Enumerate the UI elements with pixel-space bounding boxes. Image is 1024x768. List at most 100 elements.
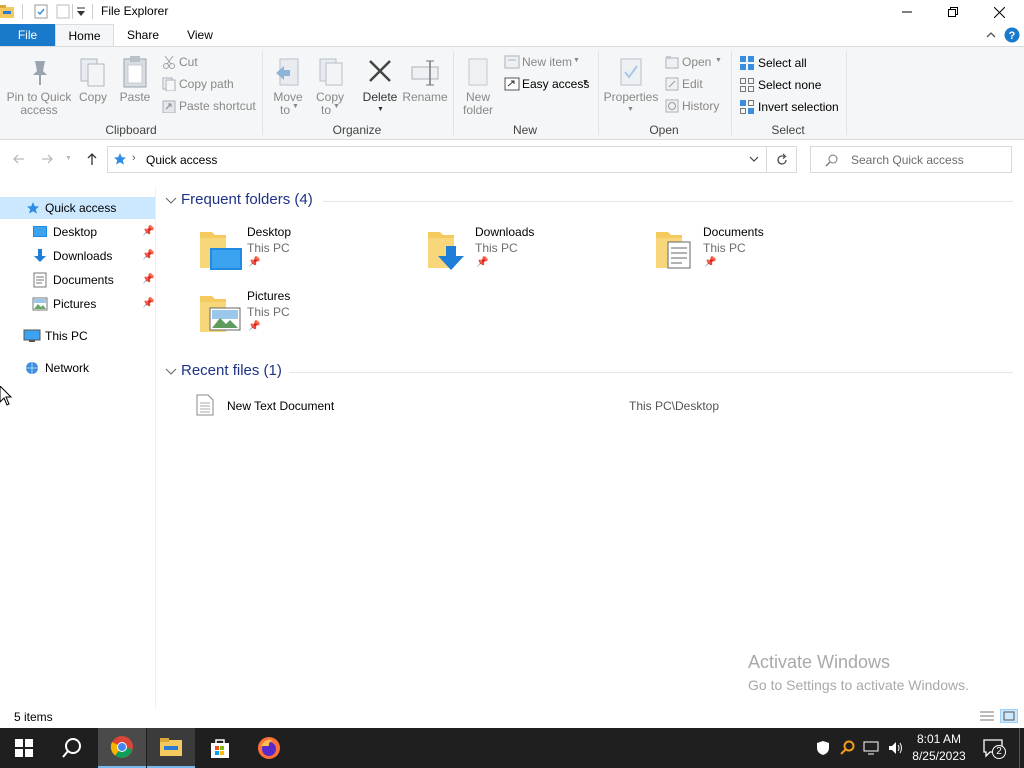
ribbon-tabs: File Home Share View ? (0, 24, 1024, 46)
forward-button[interactable] (38, 150, 56, 168)
search-tray-icon[interactable] (839, 740, 855, 756)
nav-item-label: Desktop (53, 225, 98, 239)
frequent-folders-header[interactable]: Frequent folders (4) (163, 191, 1013, 211)
easy-access-button[interactable]: Easy access ▼ (502, 76, 594, 94)
move-to-chevron-icon: ▼ (292, 103, 299, 110)
nav-network[interactable]: Network (0, 357, 155, 379)
clock-date[interactable]: 8/25/2023 (911, 749, 967, 763)
this-pc-icon (23, 329, 41, 342)
back-button[interactable] (10, 150, 28, 168)
easy-access-label: Easy access (522, 77, 590, 91)
frequent-folders-title: Frequent folders (4) (181, 191, 313, 208)
copy-to-button[interactable]: Copy to ▼ (311, 53, 349, 119)
pin-icon[interactable]: 📌 (142, 245, 154, 267)
search-box[interactable]: Search Quick access (810, 146, 1012, 173)
nav-this-pc-label: This PC (45, 329, 88, 343)
properties-qat-icon[interactable] (34, 4, 48, 19)
recent-locations-chevron-icon[interactable]: ▼ (65, 155, 72, 162)
pin-icon[interactable]: 📌 (142, 293, 154, 315)
list-item[interactable]: New Text Document This PC\Desktop (190, 392, 950, 418)
folder-tile-pictures[interactable]: Pictures This PC 📌 (196, 286, 416, 338)
invert-selection-button[interactable]: Invert selection (737, 98, 841, 116)
store-taskbar-button[interactable] (196, 728, 244, 768)
close-button[interactable] (976, 0, 1022, 24)
start-button[interactable] (0, 728, 48, 768)
move-to-button[interactable]: Move to ▼ (268, 53, 308, 119)
recent-files-header[interactable]: Recent files (1) (163, 362, 1013, 382)
folder-icon (160, 738, 182, 756)
volume-tray-icon[interactable] (887, 740, 905, 756)
cut-button[interactable]: Cut (160, 54, 250, 72)
refresh-button[interactable] (767, 146, 797, 173)
pin-icon: 📌 (704, 257, 717, 268)
select-group-label: Select (771, 123, 805, 137)
new-folder-button[interactable]: New folder (458, 53, 498, 119)
folder-tile-downloads[interactable]: Downloads This PC 📌 (424, 222, 644, 274)
copy-path-button[interactable]: Copy path (160, 76, 256, 94)
tab-view[interactable]: View (172, 24, 228, 46)
copy-path-label: Copy path (179, 77, 234, 91)
show-desktop-button[interactable] (1019, 728, 1024, 768)
minimize-button[interactable] (884, 0, 930, 24)
file-explorer-taskbar-button[interactable] (147, 728, 195, 768)
address-history-chevron-icon[interactable] (748, 153, 760, 165)
customize-qat-icon[interactable] (76, 6, 86, 18)
address-bar[interactable]: › Quick access (107, 146, 767, 173)
network-tray-icon[interactable] (863, 740, 881, 756)
paste-shortcut-label: Paste shortcut (179, 99, 256, 113)
activate-windows-subtitle: Go to Settings to activate Windows. (748, 677, 969, 693)
restore-button[interactable] (930, 0, 976, 24)
clock-time[interactable]: 8:01 AM (913, 732, 965, 746)
folder-tile-documents[interactable]: Documents This PC 📌 (652, 222, 872, 274)
nav-item-desktop[interactable]: Desktop 📌 (0, 221, 155, 243)
search-taskbar-button[interactable] (48, 728, 96, 768)
refresh-icon (777, 153, 787, 165)
chrome-taskbar-button[interactable] (98, 728, 146, 768)
new-item-chevron-icon: ▼ (573, 57, 580, 64)
pin-icon[interactable]: 📌 (142, 269, 154, 291)
recent-file-path: This PC\Desktop (629, 399, 720, 413)
select-all-button[interactable]: Select all (737, 54, 837, 72)
tab-home[interactable]: Home (55, 24, 114, 46)
paste-label: Paste (119, 90, 151, 104)
security-tray-icon[interactable] (815, 740, 831, 756)
nav-item-pictures[interactable]: Pictures 📌 (0, 293, 155, 315)
select-none-button[interactable]: Select none (737, 76, 837, 94)
help-icon[interactable]: ? (1004, 27, 1020, 43)
nav-item-downloads[interactable]: Downloads 📌 (0, 245, 155, 267)
folder-location: This PC (703, 241, 746, 255)
tab-file[interactable]: File (0, 24, 55, 46)
history-button[interactable]: History (663, 98, 729, 116)
minimize-ribbon-icon[interactable] (985, 29, 997, 41)
ribbon: Pin to Quick access Copy Paste Cut Copy … (0, 46, 1024, 140)
pin-icon[interactable]: 📌 (142, 221, 154, 243)
network-icon (26, 362, 38, 374)
nav-quick-access[interactable]: Quick access (0, 197, 155, 219)
up-button[interactable] (83, 150, 101, 168)
copy-button[interactable]: Copy (76, 53, 110, 119)
nav-this-pc[interactable]: This PC (0, 325, 155, 347)
large-icons-view-icon[interactable] (1000, 709, 1018, 723)
action-center-button[interactable]: 2 (982, 738, 1008, 760)
open-chevron-icon: ▼ (715, 57, 722, 64)
pin-to-quick-access-button[interactable]: Pin to Quick access (4, 53, 74, 119)
new-folder-qat-icon[interactable] (56, 4, 70, 19)
folder-name: Pictures (247, 289, 291, 303)
search-icon (825, 154, 838, 167)
properties-button[interactable]: Properties ▼ (603, 53, 659, 119)
tab-share[interactable]: Share (114, 24, 172, 46)
paste-shortcut-button[interactable]: Paste shortcut (160, 98, 260, 116)
firefox-taskbar-button[interactable] (245, 728, 293, 768)
paste-button[interactable]: Paste (116, 53, 154, 119)
new-item-button[interactable]: New item ▼ (502, 54, 592, 72)
folder-tile-desktop[interactable]: Desktop This PC 📌 (196, 222, 416, 274)
nav-item-documents[interactable]: Documents 📌 (0, 269, 155, 291)
open-button[interactable]: Open ▼ (663, 54, 729, 72)
history-label: History (682, 99, 720, 113)
rename-button[interactable]: Rename (402, 53, 448, 119)
desktop-folder-icon (200, 232, 242, 270)
search-placeholder: Search Quick access (851, 153, 964, 167)
edit-button[interactable]: Edit (663, 76, 723, 94)
delete-button[interactable]: Delete ▼ (360, 53, 400, 119)
details-view-icon[interactable] (978, 709, 996, 723)
